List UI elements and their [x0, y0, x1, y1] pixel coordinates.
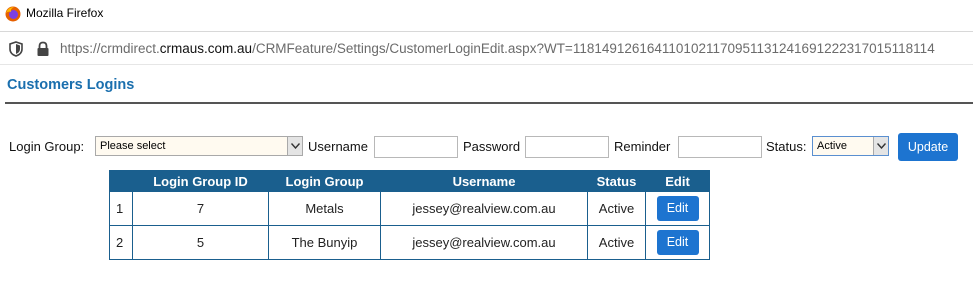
login-group-cell: The Bunyip — [268, 225, 381, 260]
username-label: Username — [308, 139, 368, 154]
username-input[interactable] — [374, 136, 458, 158]
login-group-id-cell: 5 — [132, 225, 269, 260]
dropdown-arrow-icon[interactable] — [873, 137, 888, 155]
login-group-label: Login Group: — [9, 139, 85, 154]
edit-cell: Edit — [645, 225, 710, 260]
password-input[interactable] — [525, 136, 609, 158]
page-title: Customers Logins — [7, 77, 135, 93]
reminder-input[interactable] — [678, 136, 762, 158]
row-number: 1 — [109, 191, 133, 226]
header-status: Status — [587, 170, 646, 192]
url-prefix: https://crmdirect. — [60, 41, 160, 56]
login-group-cell: Metals — [268, 191, 381, 226]
status-label: Status: — [766, 139, 807, 154]
url-host: crmaus.com.au — [159, 41, 253, 56]
shield-icon[interactable] — [9, 41, 23, 57]
update-button[interactable]: Update — [898, 133, 958, 161]
edit-button[interactable]: Edit — [656, 230, 699, 255]
password-label: Password — [463, 139, 521, 154]
url-path: /CRMFeature/Settings/CustomerLoginEdit.a… — [252, 41, 935, 56]
reminder-label: Reminder — [614, 139, 671, 154]
lock-icon[interactable] — [36, 41, 50, 57]
login-group-selected-value: Please select — [100, 140, 166, 152]
header-username: Username — [380, 170, 588, 192]
customer-logins-table: Login Group ID Login Group Username Stat… — [109, 170, 710, 260]
address-bar[interactable]: https://crmdirect.crmaus.com.au/CRMFeatu… — [0, 31, 973, 65]
header-login-group: Login Group — [268, 170, 381, 192]
header-edit: Edit — [645, 170, 710, 192]
status-select[interactable]: Active — [812, 136, 889, 156]
table-header-row: Login Group ID Login Group Username Stat… — [109, 170, 710, 192]
status-cell: Active — [587, 225, 646, 260]
status-selected-value: Active — [817, 140, 847, 152]
table-row: 1 7 Metals jessey@realview.com.au Active… — [109, 191, 710, 226]
edit-cell: Edit — [645, 191, 710, 226]
title-divider — [5, 102, 973, 104]
header-login-group-id: Login Group ID — [132, 170, 269, 192]
firefox-logo-icon — [5, 6, 21, 22]
window-title: Mozilla Firefox — [26, 6, 104, 20]
edit-button[interactable]: Edit — [656, 196, 699, 221]
url-text[interactable]: https://crmdirect.crmaus.com.au/CRMFeatu… — [60, 41, 935, 56]
login-group-select[interactable]: Please select — [95, 136, 303, 156]
login-group-id-cell: 7 — [132, 191, 269, 226]
username-cell: jessey@realview.com.au — [380, 191, 588, 226]
dropdown-arrow-icon[interactable] — [287, 137, 302, 155]
table-row: 2 5 The Bunyip jessey@realview.com.au Ac… — [109, 225, 710, 260]
status-cell: Active — [587, 191, 646, 226]
username-cell: jessey@realview.com.au — [380, 225, 588, 260]
browser-title-bar: Mozilla Firefox — [0, 0, 973, 28]
row-number: 2 — [109, 225, 133, 260]
header-row-number — [109, 170, 133, 192]
